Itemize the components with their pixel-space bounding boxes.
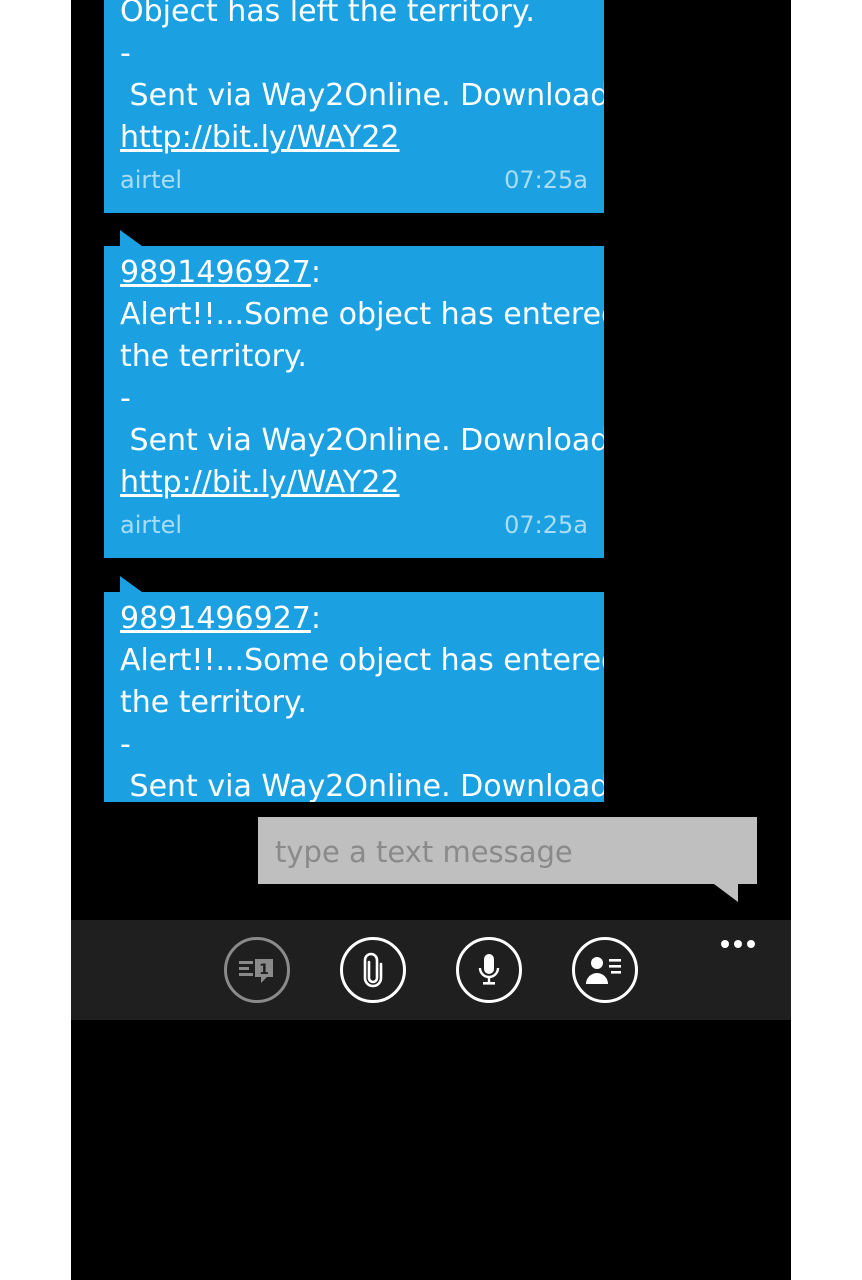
- message-input[interactable]: [273, 817, 761, 886]
- phone-screen: Object has left the territory. - Sent vi…: [71, 0, 791, 1280]
- carrier-label: airtel: [120, 166, 183, 194]
- microphone-icon: [478, 954, 500, 985]
- attach-button[interactable]: [340, 937, 406, 1003]
- message-link[interactable]: http://bit.ly/WAY22: [120, 462, 588, 504]
- timestamp: 07:25a: [504, 511, 588, 539]
- attach-icon: [363, 952, 383, 988]
- carrier-label: airtel: [120, 511, 183, 539]
- message-line: Sent via Way2Online. Download: [120, 78, 604, 113]
- message-meta: airtel 07:25a: [120, 165, 588, 207]
- conversations-button[interactable]: 1: [224, 937, 290, 1003]
- message-meta: airtel 07:25a: [120, 510, 588, 552]
- message-line: Sent via Way2Online. Download: [120, 423, 604, 458]
- contact-card-button[interactable]: [572, 937, 638, 1003]
- message-bubble-3[interactable]: 9891496927: Alert!!...Some object has en…: [104, 592, 604, 802]
- message-line: Alert!!...Some object has entered: [120, 643, 604, 678]
- sender-colon: :: [310, 255, 321, 290]
- sender-colon: :: [310, 601, 321, 636]
- conversations-icon: 1: [239, 959, 273, 983]
- message-sender-line: 9891496927:: [120, 252, 588, 294]
- app-bar: 1: [71, 920, 791, 1020]
- more-dot: [734, 940, 742, 948]
- message-line: -: [120, 381, 131, 416]
- message-link[interactable]: http://bit.ly/WAY22: [120, 117, 588, 159]
- compose-tail: [714, 884, 738, 902]
- compose-box: [258, 817, 761, 886]
- message-line: Object has left the territory.: [120, 0, 535, 29]
- message-bubble-2[interactable]: 9891496927: Alert!!...Some object has en…: [104, 246, 604, 558]
- message-line: Alert!!...Some object has entered: [120, 297, 604, 332]
- message-sender-line: 9891496927:: [120, 598, 588, 640]
- voice-button[interactable]: [456, 937, 522, 1003]
- more-dot: [721, 940, 729, 948]
- bubble-tail: [104, 576, 144, 592]
- message-line: Sent via Way2Online. Download: [120, 769, 604, 802]
- message-line: the territory.: [120, 339, 307, 374]
- bubble-tail: [104, 230, 144, 246]
- message-bubble-1[interactable]: Object has left the territory. - Sent vi…: [104, 0, 604, 213]
- message-line: -: [120, 727, 131, 762]
- message-line: the territory.: [120, 685, 307, 720]
- sender-number-link[interactable]: 9891496927: [120, 601, 311, 636]
- contact-card-icon: [586, 957, 621, 984]
- more-options-button[interactable]: [721, 928, 760, 952]
- conversation-badge: 1: [259, 962, 269, 978]
- message-line: -: [120, 36, 131, 71]
- sender-number-link[interactable]: 9891496927: [120, 255, 311, 290]
- more-dot: [747, 940, 755, 948]
- timestamp: 07:25a: [504, 166, 588, 194]
